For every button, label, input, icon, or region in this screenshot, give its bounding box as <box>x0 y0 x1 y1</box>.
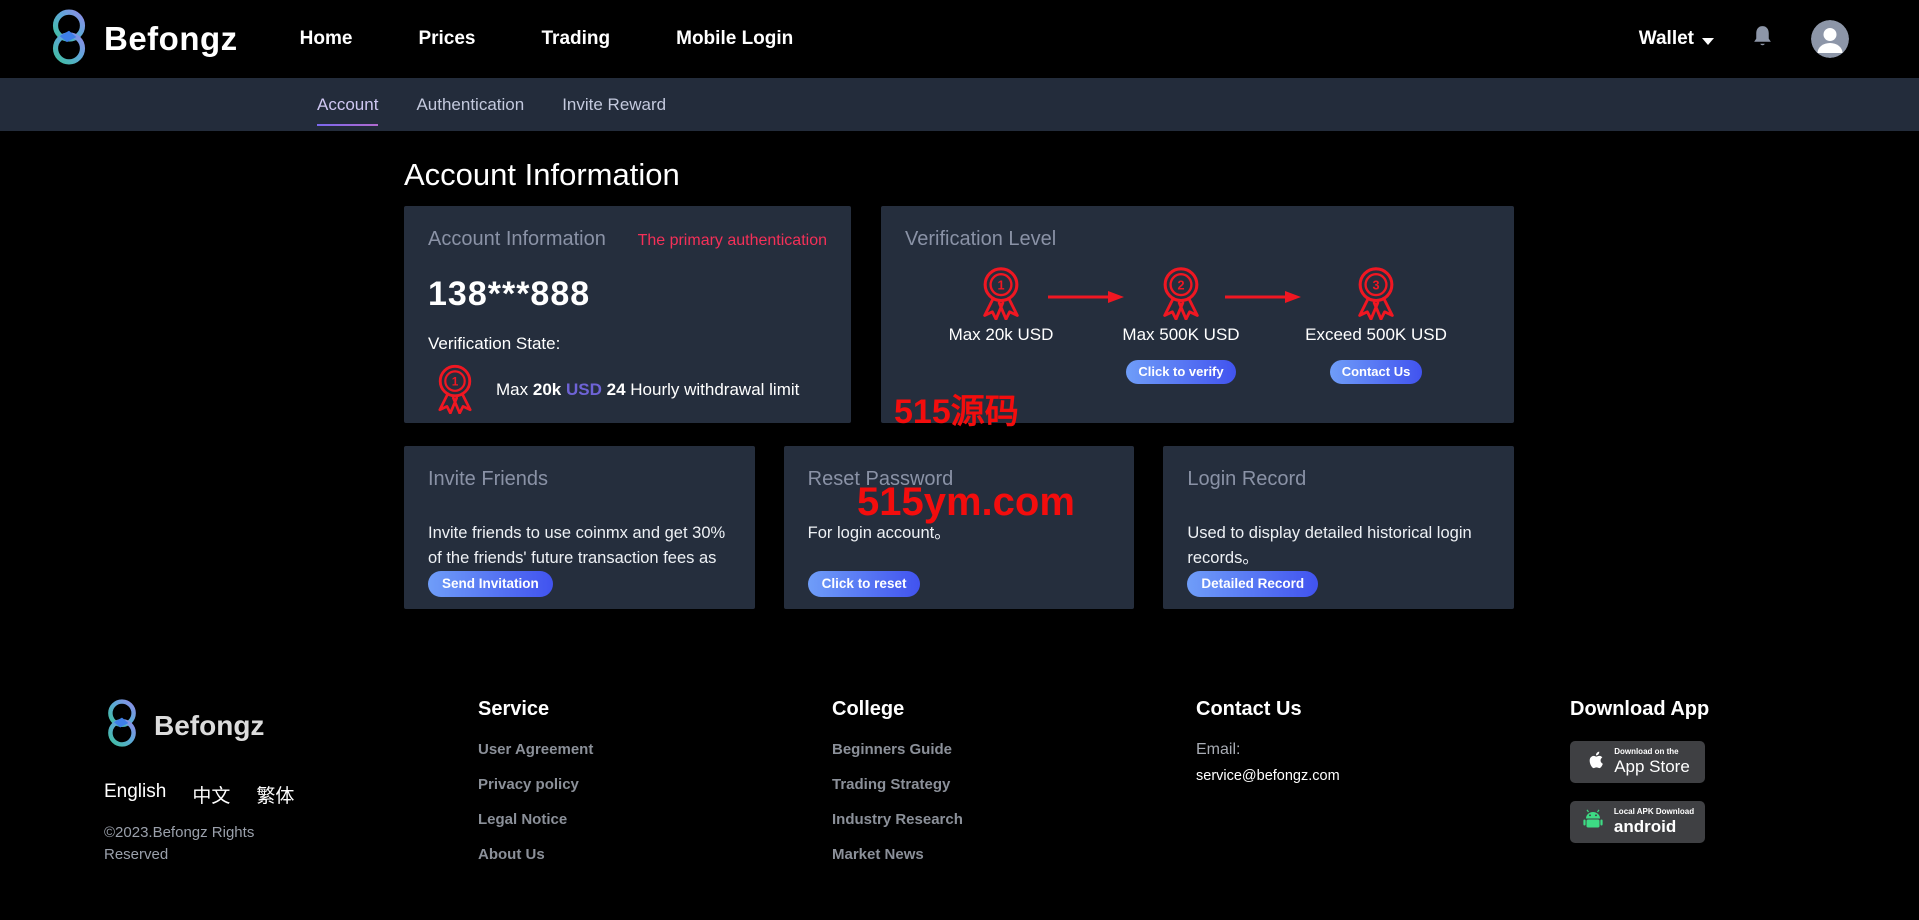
contact-us-heading: Contact Us <box>1196 698 1302 720</box>
app-store-badge[interactable]: Download on the App Store <box>1570 741 1705 783</box>
medal-1-icon: 1 <box>972 267 1030 324</box>
reset-password-card: Reset Password For login account。 Click … <box>783 446 1135 609</box>
account-phone-number: 138***888 <box>428 275 591 313</box>
svg-text:1: 1 <box>997 279 1004 293</box>
invite-friends-title: Invite Friends <box>428 468 549 490</box>
wallet-dropdown[interactable]: Wallet <box>1639 28 1714 50</box>
footer-link-legal-notice[interactable]: Legal Notice <box>478 811 832 828</box>
verify-step-2: 2 Max 500K USD Click to verify <box>1106 262 1256 384</box>
login-record-text: Used to display detailed historical logi… <box>1187 524 1472 567</box>
user-avatar[interactable] <box>1811 20 1849 58</box>
android-icon <box>1581 809 1605 835</box>
service-heading: Service <box>478 698 550 720</box>
account-info-card: Account Information The primary authenti… <box>404 206 851 423</box>
send-invitation-button[interactable]: Send Invitation <box>428 571 553 597</box>
befongz-logo-icon <box>48 8 90 71</box>
primary-auth-badge: The primary authentication <box>637 232 827 249</box>
step3-label: Exceed 500K USD <box>1305 325 1447 344</box>
download-app-heading: Download App <box>1570 698 1710 720</box>
footer-link-privacy-policy[interactable]: Privacy policy <box>478 776 832 793</box>
footer-link-user-agreement[interactable]: User Agreement <box>478 741 832 758</box>
medal-2-icon: 2 <box>1152 267 1210 324</box>
tab-invite-reward[interactable]: Invite Reward <box>562 78 666 131</box>
apple-icon <box>1585 748 1605 777</box>
lang-simplified-chinese[interactable]: 中文 <box>192 781 230 808</box>
account-info-card-title: Account Information <box>428 228 606 250</box>
footer-download-column: Download App Download on the App Store L… <box>1570 698 1709 881</box>
nav-trading[interactable]: Trading <box>542 28 611 50</box>
footer-link-industry-research[interactable]: Industry Research <box>832 811 1196 828</box>
account-subnav: Account Authentication Invite Reward <box>0 78 1919 131</box>
nav-prices[interactable]: Prices <box>418 28 475 50</box>
watermark-text: 515源码 <box>894 393 1019 431</box>
svg-text:2: 2 <box>1177 279 1184 293</box>
cards-row-2: Invite Friends Invite friends to use coi… <box>404 446 1515 609</box>
withdrawal-limit-text: Max 20k USD 24 Hourly withdrawal limit <box>496 379 800 399</box>
invite-friends-card: Invite Friends Invite friends to use coi… <box>404 446 755 609</box>
brand-name: Befongz <box>104 20 238 57</box>
bell-icon[interactable] <box>1752 24 1773 54</box>
contact-us-button[interactable]: Contact Us <box>1329 360 1423 384</box>
navbar-right: Wallet <box>1639 20 1849 58</box>
footer-brand-block: Befongz English 中文 繁体 ©2023.Befongz Righ… <box>104 698 478 881</box>
footer-link-beginners-guide[interactable]: Beginners Guide <box>832 741 1196 758</box>
step2-label: Max 500K USD <box>1122 325 1240 344</box>
tab-account[interactable]: Account <box>317 78 379 131</box>
contact-email[interactable]: service@befongz.com <box>1196 768 1570 784</box>
svg-text:3: 3 <box>1372 279 1379 293</box>
main-nav: Home Prices Trading Mobile Login <box>300 28 794 50</box>
svg-text:1: 1 <box>452 375 459 389</box>
verify-step-3: 3 Exceed 500K USD Contact Us <box>1296 262 1456 384</box>
nav-home[interactable]: Home <box>300 28 353 50</box>
footer-college-column: College Beginners Guide Trading Strategy… <box>832 698 1196 881</box>
brand-logo[interactable]: Befongz <box>48 8 238 71</box>
main-content: Account Information Account Information … <box>404 157 1515 609</box>
footer-brand-name: Befongz <box>154 709 265 741</box>
footer-link-trading-strategy[interactable]: Trading Strategy <box>832 776 1196 793</box>
chevron-down-icon <box>1702 37 1714 45</box>
arrow-right-icon <box>1225 291 1301 303</box>
footer-link-about-us[interactable]: About Us <box>478 846 832 863</box>
click-to-verify-button[interactable]: Click to verify <box>1126 360 1236 384</box>
language-switcher: English 中文 繁体 <box>104 781 478 808</box>
wallet-label: Wallet <box>1638 28 1694 49</box>
top-navbar: Befongz Home Prices Trading Mobile Login… <box>0 0 1919 78</box>
app-store-big-text: App Store <box>1614 756 1690 776</box>
footer-contact-column: Contact Us Email: service@befongz.com <box>1196 698 1570 881</box>
page-title: Account Information <box>404 157 680 192</box>
footer-logo[interactable]: Befongz <box>104 698 478 753</box>
verification-level-title: Verification Level <box>905 228 1057 250</box>
college-heading: College <box>832 698 905 720</box>
medal-3-icon: 3 <box>1347 267 1405 324</box>
copyright-text: ©2023.Befongz Rights Reserved <box>104 824 255 863</box>
befongz-logo-icon <box>104 698 140 753</box>
watermark-text: 515ym.com <box>857 480 1075 524</box>
login-record-title: Login Record <box>1187 468 1307 490</box>
lang-traditional-chinese[interactable]: 繁体 <box>256 781 294 808</box>
login-record-card: Login Record Used to display detailed hi… <box>1163 446 1515 609</box>
click-to-reset-button[interactable]: Click to reset <box>807 571 921 597</box>
nav-mobile-login[interactable]: Mobile Login <box>676 28 793 50</box>
detailed-record-button[interactable]: Detailed Record <box>1187 571 1319 597</box>
footer: Befongz English 中文 繁体 ©2023.Befongz Righ… <box>0 698 1919 881</box>
step1-label: Max 20k USD <box>948 325 1054 344</box>
footer-link-market-news[interactable]: Market News <box>832 846 1196 863</box>
footer-service-column: Service User Agreement Privacy policy Le… <box>478 698 832 881</box>
tab-authentication[interactable]: Authentication <box>416 78 524 131</box>
android-big-text: android <box>1613 816 1677 836</box>
verification-state-label: Verification State: <box>428 334 561 353</box>
medal-level1-icon: 1 <box>428 360 482 419</box>
lang-english[interactable]: English <box>104 781 166 808</box>
android-apk-badge[interactable]: Local APK Download android <box>1570 801 1705 843</box>
email-label: Email: <box>1196 741 1241 758</box>
